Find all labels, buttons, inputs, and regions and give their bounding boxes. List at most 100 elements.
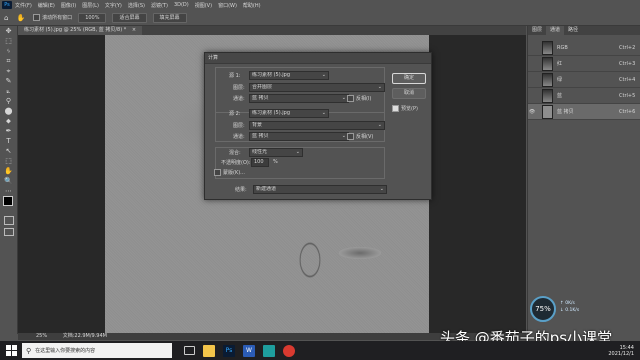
preview-checkbox[interactable]: 预览(P) [392, 105, 418, 112]
source1-layer-select[interactable]: 合并图层 ⌄ [249, 83, 385, 92]
channel-thumbnail [542, 88, 553, 103]
zoom-tool-icon[interactable]: 🔍 [3, 177, 14, 186]
download-speed: 0.1K/s [565, 308, 580, 313]
result-select[interactable]: 新建通道 ⌄ [253, 185, 387, 194]
result-label: 结果: [235, 187, 247, 193]
menu-type[interactable]: 文字(Y) [105, 2, 122, 9]
hand-tool-icon[interactable]: ✋ [16, 14, 25, 22]
ok-button[interactable]: 确定 [392, 73, 426, 84]
source2-layer-select[interactable]: 背景 ⌄ [249, 121, 385, 130]
tools-panel: ✥ ⬚ ᛃ ⌗ ⌖ ✎ ⟀ ⚲ ⬤ ⬥ ✒ T ↖ ⬚ ✋ 🔍 ⋯ [0, 26, 18, 334]
zoom-level[interactable]: 25% [36, 333, 47, 339]
source1-channel-select[interactable]: 蓝 拷贝 ⌄ [249, 94, 349, 103]
eyedropper-tool-icon[interactable]: ⌖ [3, 67, 14, 76]
search-placeholder: 在这里输入你要搜索的内容 [35, 348, 96, 354]
lasso-tool-icon[interactable]: ᛃ [3, 47, 14, 56]
menu-filter[interactable]: 滤镜(T) [151, 2, 168, 9]
source2-invert-checkbox[interactable]: 反相(V) [347, 133, 373, 140]
tab-channels[interactable]: 通道 [546, 26, 565, 35]
system-tray[interactable]: 15:44 2021/12/1 [608, 345, 634, 357]
more-tools-icon[interactable]: ⋯ [3, 187, 14, 196]
browser-icon[interactable] [283, 344, 295, 357]
close-icon[interactable]: × [132, 27, 136, 33]
menu-window[interactable]: 窗口(W) [218, 2, 237, 9]
channel-name: RGB [557, 44, 568, 51]
performance-gauge[interactable]: 75% [530, 296, 556, 322]
source1-file-select[interactable]: 练习素材 (5).jpg ⌄ [249, 71, 329, 80]
move-tool-icon[interactable]: ✥ [3, 27, 14, 36]
source2-file-select[interactable]: 练习素材 (5).jpg ⌄ [249, 109, 329, 118]
blend-mode-select[interactable]: 线性光 ⌄ [249, 148, 303, 157]
opacity-input[interactable]: 100 [251, 158, 269, 167]
document-tab[interactable]: 练习素材 (5).jpg @ 25% (RGB, 蓝 拷贝/8) * × [18, 26, 143, 35]
quick-mask-icon[interactable] [4, 216, 14, 225]
cancel-button[interactable]: 取消 [392, 88, 426, 99]
checkbox-icon [33, 14, 41, 21]
path-select-icon[interactable]: ↖ [3, 147, 14, 156]
screen-mode-icon[interactable] [4, 228, 14, 236]
fill-screen-button[interactable]: 填充屏幕 [152, 12, 187, 23]
mask-label: 蒙版(K)... [223, 170, 245, 176]
channel-name: 蓝 [557, 93, 563, 99]
shape-tool-icon[interactable]: ⬚ [3, 157, 14, 166]
pen-tool-icon[interactable]: ✒ [3, 127, 14, 136]
source2-layer-value: 背景 [252, 122, 263, 128]
foreground-color-swatch[interactable] [3, 196, 13, 206]
source1-invert-label: 反相(I) [356, 96, 372, 102]
task-view-icon[interactable] [184, 346, 195, 355]
options-bar: ⌂ ✋ 滚动所有窗口 100% 适合屏幕 填充屏幕 [0, 10, 640, 26]
photoshop-taskbar-icon[interactable]: Ps [223, 344, 235, 357]
menu-image[interactable]: 图像(I) [61, 2, 76, 9]
channel-row-blue[interactable]: 蓝 Ctrl+5 [528, 88, 640, 104]
checkbox-icon [347, 95, 354, 102]
app-icon[interactable] [263, 344, 275, 357]
fit-screen-button[interactable]: 适合屏幕 [112, 12, 147, 23]
menu-file[interactable]: 文件(F) [15, 2, 32, 9]
result-value: 新建通道 [256, 186, 277, 192]
menu-layer[interactable]: 图层(L) [82, 2, 99, 9]
menu-edit[interactable]: 编辑(E) [38, 2, 55, 9]
scroll-all-windows-checkbox[interactable]: 滚动所有窗口 [33, 14, 72, 21]
document-tab-label: 练习素材 (5).jpg @ 25% (RGB, 蓝 拷贝/8) * [24, 27, 127, 33]
menu-select[interactable]: 选择(S) [128, 2, 145, 9]
channel-row-red[interactable]: 红 Ctrl+3 [528, 56, 640, 72]
eye-icon[interactable]: 👁 [528, 109, 536, 115]
windows-start-icon[interactable] [4, 344, 18, 358]
channel-row-rgb[interactable]: RGB Ctrl+2 [528, 40, 640, 56]
history-brush-icon[interactable]: ⚲ [3, 97, 14, 106]
eraser-tool-icon[interactable]: ⬤ [3, 107, 14, 116]
chevron-down-icon: ⌄ [377, 84, 382, 90]
source2-file-value: 练习素材 (5).jpg [252, 110, 290, 116]
network-speeds: ↑ 0K/s ↓ 0.1K/s [560, 300, 579, 314]
source1-invert-checkbox[interactable]: 反相(I) [347, 95, 371, 102]
preview-label: 预览(P) [401, 106, 418, 112]
mask-checkbox[interactable]: 蒙版(K)... [214, 169, 245, 176]
taskbar-search-box[interactable]: ⚲ 在这里输入你要搜索的内容 [22, 343, 172, 358]
channel-row-green[interactable]: 绿 Ctrl+4 [528, 72, 640, 88]
tab-layers[interactable]: 图层 [528, 26, 546, 35]
type-tool-icon[interactable]: T [3, 137, 14, 146]
word-icon[interactable]: W [243, 344, 255, 357]
menu-view[interactable]: 视图(V) [195, 2, 212, 9]
source2-channel-select[interactable]: 蓝 拷贝 ⌄ [249, 132, 349, 141]
hand-tool-icon[interactable]: ✋ [3, 167, 14, 176]
tab-paths[interactable]: 路径 [564, 26, 582, 35]
marquee-tool-icon[interactable]: ⬚ [3, 37, 14, 46]
home-icon[interactable]: ⌂ [4, 14, 8, 22]
menu-help[interactable]: 帮助(H) [243, 2, 261, 9]
dialog-title-bar[interactable]: 计算 [205, 53, 431, 64]
crop-tool-icon[interactable]: ⌗ [3, 57, 14, 66]
search-icon: ⚲ [26, 346, 32, 355]
channel-shortcut: Ctrl+6 [619, 108, 636, 115]
channel-row-blue-copy[interactable]: 👁 蓝 拷贝 Ctrl+6 [528, 104, 640, 120]
dialog-title: 计算 [208, 55, 219, 61]
zoom-100-button[interactable]: 100% [78, 12, 107, 23]
source1-file-value: 练习素材 (5).jpg [252, 72, 290, 78]
menu-bar: Ps 文件(F) 编辑(E) 图像(I) 图层(L) 文字(Y) 选择(S) 滤… [0, 0, 640, 10]
blur-tool-icon[interactable]: ⬥ [3, 117, 14, 126]
panel-tabs: 图层 通道 路径 [528, 26, 640, 35]
stamp-tool-icon[interactable]: ⟀ [3, 87, 14, 96]
file-explorer-icon[interactable] [203, 344, 215, 357]
menu-3d[interactable]: 3D(D) [174, 2, 189, 8]
brush-tool-icon[interactable]: ✎ [3, 77, 14, 86]
